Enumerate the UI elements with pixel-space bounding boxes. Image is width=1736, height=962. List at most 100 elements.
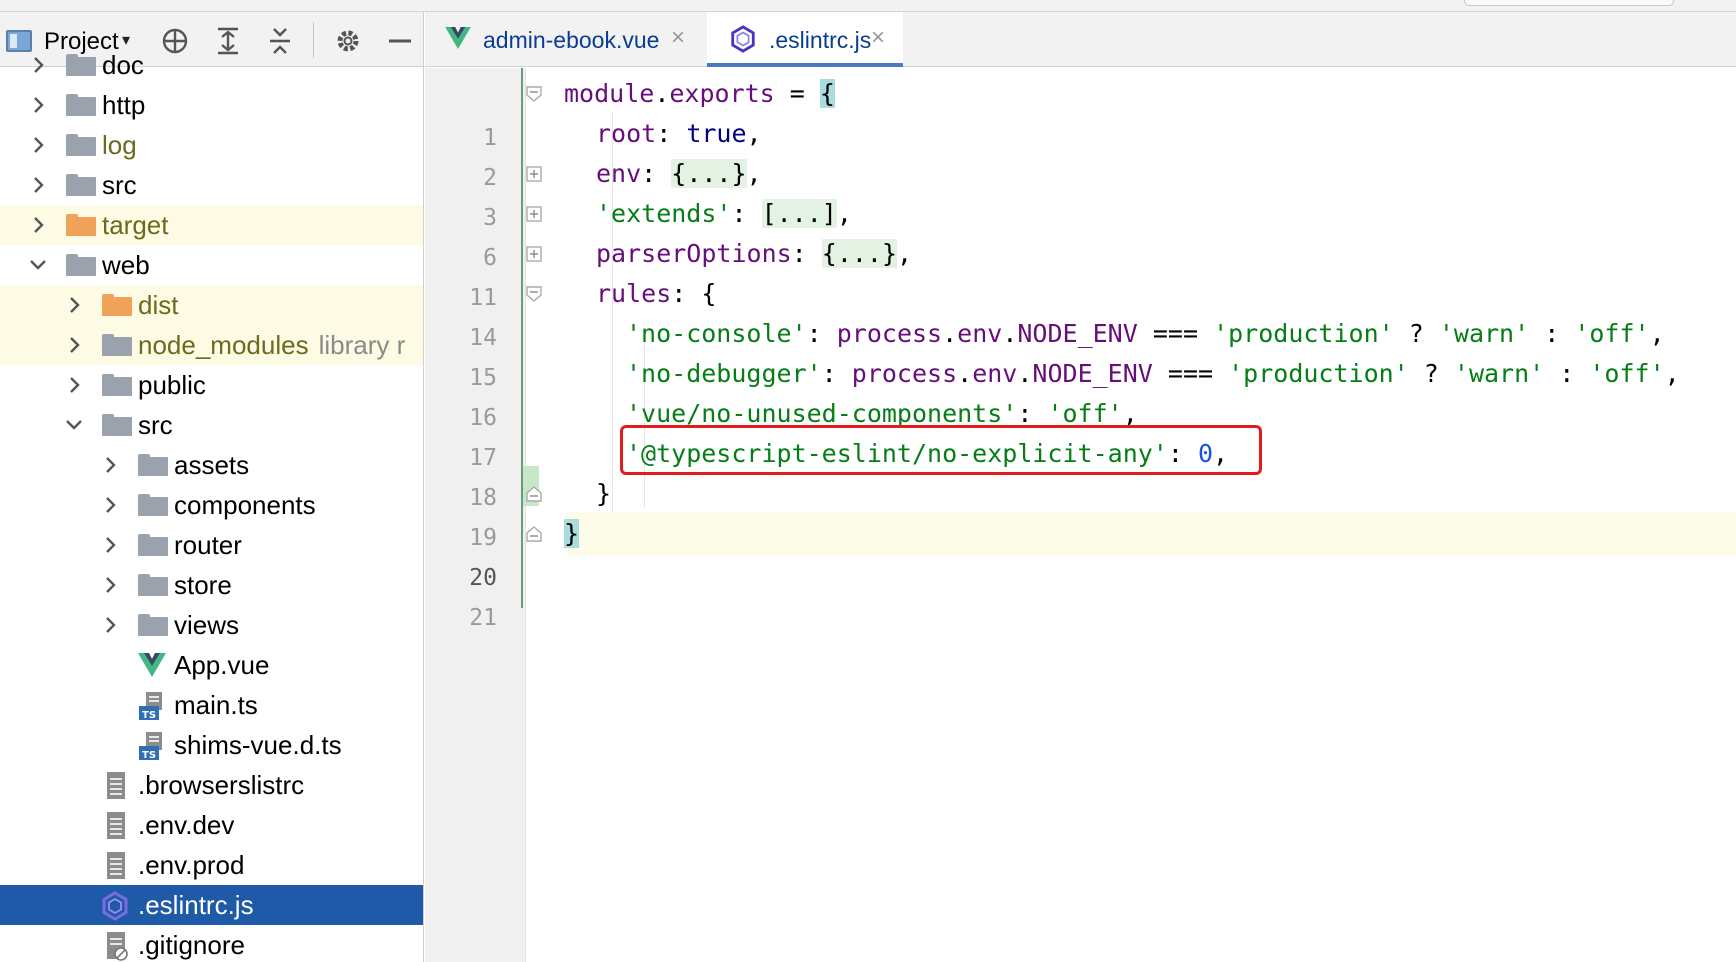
tree-item-dist[interactable]: dist — [0, 285, 423, 325]
line-number: 19 — [469, 525, 497, 551]
tree-item-public[interactable]: public — [0, 365, 423, 405]
tree-item-views[interactable]: views — [0, 605, 423, 645]
tree-item-node-modules[interactable]: node_modules library r — [0, 325, 423, 365]
tree-item-label: src — [138, 410, 173, 440]
tree-item-label: router — [174, 530, 242, 560]
line-number: 3 — [483, 205, 497, 231]
code-line-15[interactable]: 15 'no-console': process.env.NODE_ENV ==… — [469, 312, 1736, 391]
folder-icon — [102, 414, 132, 436]
tree-item-label: dist — [138, 290, 179, 320]
code-line-21[interactable]: 21 — [469, 552, 1736, 631]
tree-item-main-ts[interactable]: TS main.ts — [0, 685, 423, 725]
code-line-19[interactable]: 19 } — [469, 472, 1736, 551]
tree-item-app-vue[interactable]: App.vue — [0, 645, 423, 685]
tree-item-env-dev[interactable]: .env.dev — [0, 805, 423, 845]
folder-icon — [102, 334, 132, 356]
tree-item-doc[interactable]: doc — [0, 45, 423, 85]
chevron-right-icon[interactable] — [99, 533, 121, 557]
tree-item-target[interactable]: target — [0, 205, 423, 245]
tree-item-log[interactable]: log — [0, 125, 423, 165]
tree-item-label: node_modules library r — [138, 330, 406, 360]
tree-item-label: main.ts — [174, 690, 258, 720]
tree-item-label: web — [102, 250, 150, 280]
chevron-down-icon[interactable] — [63, 413, 85, 437]
folder-icon — [138, 494, 168, 516]
folder-icon — [66, 254, 96, 276]
fold-end-icon[interactable] — [525, 525, 543, 543]
folder-icon — [66, 54, 96, 76]
tree-item-http[interactable]: http — [0, 85, 423, 125]
unfold-icon[interactable] — [525, 165, 543, 183]
tab-eslintrc-js[interactable]: .eslintrc.js × — [707, 12, 903, 67]
tree-item-browserslistrc[interactable]: .browserslistrc — [0, 765, 423, 805]
chevron-right-icon[interactable] — [99, 453, 121, 477]
tree-item-label: components — [174, 490, 316, 520]
editor-tabs: admin-ebook.vue × .eslintrc.js × — [425, 12, 1736, 67]
typescript-file-icon: TS — [139, 732, 162, 761]
chevron-right-icon[interactable] — [27, 53, 49, 77]
vue-icon — [138, 653, 166, 677]
tree-item-label: log — [102, 130, 137, 160]
fold-icon[interactable] — [525, 85, 543, 103]
code-line-20[interactable]: 20 } — [469, 512, 1736, 591]
chevron-right-icon[interactable] — [27, 213, 49, 237]
excluded-folder-icon — [66, 214, 96, 236]
chevron-right-icon[interactable] — [63, 373, 85, 397]
code-line-11[interactable]: 11 parserOptions: {...}, — [469, 232, 1736, 311]
line-number: 20 — [469, 565, 497, 591]
folder-icon — [66, 134, 96, 156]
tree-item-shims-vue[interactable]: TS shims-vue.d.ts — [0, 725, 423, 765]
tree-item-components[interactable]: components — [0, 485, 423, 525]
chevron-right-icon[interactable] — [63, 333, 85, 357]
chevron-right-icon[interactable] — [27, 93, 49, 117]
tree-item-label: .env.prod — [138, 850, 245, 880]
tree-item-label: .env.dev — [138, 810, 235, 840]
code-line-3[interactable]: 3 env: {...}, — [483, 152, 1736, 231]
vue-icon — [445, 27, 471, 49]
line-number: 1 — [483, 125, 497, 151]
line-number: 2 — [483, 165, 497, 191]
chevron-right-icon[interactable] — [27, 173, 49, 197]
tree-item-assets[interactable]: assets — [0, 445, 423, 485]
code-line-14[interactable]: 14 rules: { — [469, 272, 1736, 351]
close-icon[interactable]: × — [671, 24, 685, 52]
tab-label: .eslintrc.js — [769, 27, 872, 53]
tree-item-eslintrc[interactable]: .eslintrc.js — [0, 885, 423, 925]
chevron-down-icon[interactable] — [27, 253, 49, 277]
line-number: 14 — [469, 325, 497, 351]
code-line-2[interactable]: 2 root: true, — [483, 112, 1736, 191]
tree-item-web-src[interactable]: src — [0, 405, 423, 445]
code-line-1[interactable]: 1 module.exports = { — [483, 72, 1736, 151]
unfold-icon[interactable] — [525, 205, 543, 223]
code-line-6[interactable]: 6 'extends': [...], — [483, 192, 1736, 271]
tree-item-label: public — [138, 370, 206, 400]
tree-item-label: target — [102, 210, 169, 240]
tree-item-router[interactable]: router — [0, 525, 423, 565]
chevron-right-icon[interactable] — [63, 293, 85, 317]
tree-item-store[interactable]: store — [0, 565, 423, 605]
close-icon[interactable]: × — [871, 24, 885, 52]
chevron-right-icon[interactable] — [99, 493, 121, 517]
tab-admin-ebook-vue[interactable]: admin-ebook.vue × — [425, 12, 707, 67]
line-number: 6 — [483, 245, 497, 271]
code-line-16[interactable]: 16 'no-debugger': process.env.NODE_ENV =… — [469, 352, 1736, 431]
fold-icon[interactable] — [525, 285, 543, 303]
fold-end-icon[interactable] — [525, 485, 543, 503]
tree-item-gitignore[interactable]: .gitignore — [0, 925, 423, 962]
svg-text:TS: TS — [142, 710, 156, 721]
tree-item-web[interactable]: web — [0, 245, 423, 285]
text-file-icon — [107, 812, 125, 839]
chevron-right-icon[interactable] — [27, 133, 49, 157]
tree-item-env-prod[interactable]: .env.prod — [0, 845, 423, 885]
line-number: 11 — [469, 285, 497, 311]
svg-text:TS: TS — [142, 750, 156, 761]
editor-area: admin-ebook.vue × .eslintrc.js × 1 modul… — [425, 12, 1736, 962]
chevron-right-icon[interactable] — [99, 613, 121, 637]
line-number: 17 — [469, 445, 497, 471]
eslint-icon — [731, 25, 755, 53]
chevron-right-icon[interactable] — [99, 573, 121, 597]
tree-item-src[interactable]: src — [0, 165, 423, 205]
window-top-strip — [0, 0, 1736, 12]
unfold-icon[interactable] — [525, 245, 543, 263]
code-editor[interactable]: 1 module.exports = { 2 root: true, 3 env… — [469, 68, 1736, 962]
